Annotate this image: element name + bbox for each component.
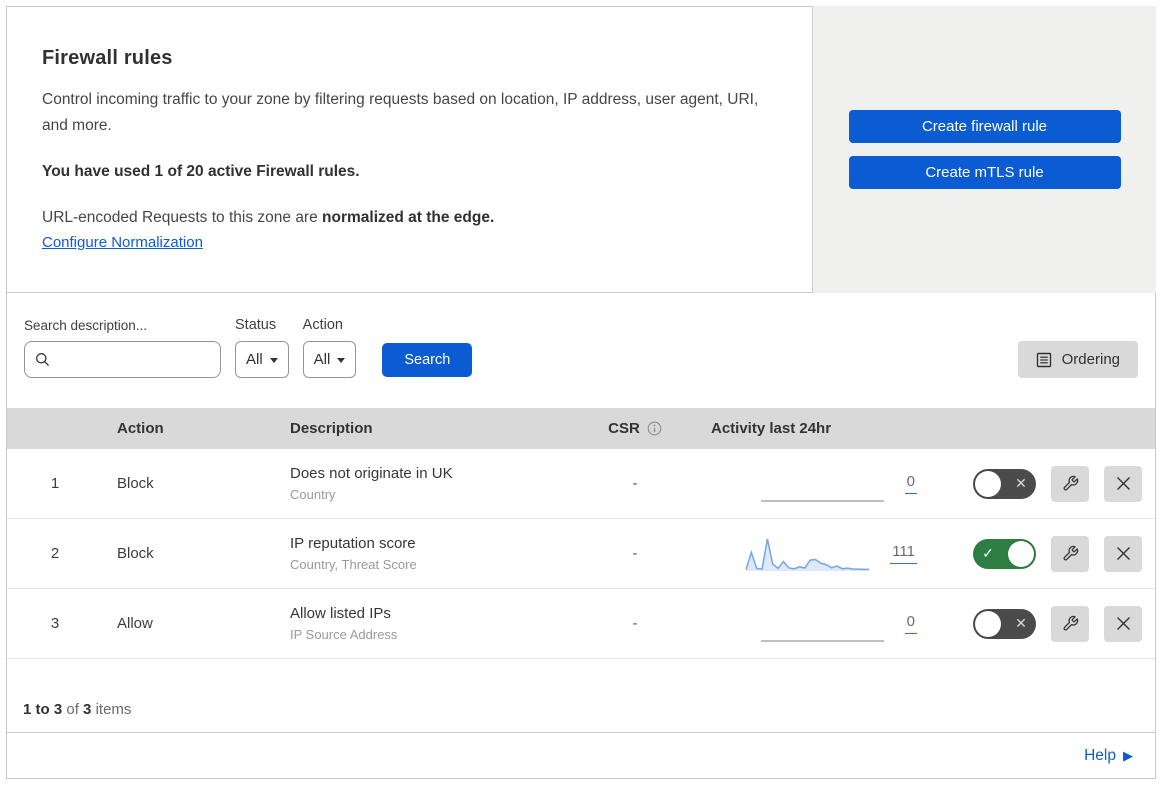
rule-description: Allow listed IPs [290,605,391,622]
rule-priority: 2 [50,545,60,562]
table-row: 2 Block IP reputation score Country, Thr… [7,519,1155,589]
chevron-down-icon [269,358,278,363]
activity-count-link[interactable]: 111 [890,543,917,564]
firewall-rules-page: Firewall rules Control incoming traffic … [6,6,1156,779]
rule-criteria: Country [290,487,336,502]
normalization-text: URL-encoded Requests to this zone are [42,209,323,226]
column-action: Action [117,420,164,437]
pagination-total: 3 [83,701,92,718]
rule-csr-value: - [632,615,638,632]
rule-activity-cell: 111 [695,534,933,574]
rule-action: Block [117,545,154,562]
rule-controls: ✓ [933,535,1155,572]
rule-controls: ✕ [933,465,1155,502]
status-filter-group: Status All [235,317,289,378]
rule-enabled-toggle[interactable]: ✓ [973,538,1036,569]
rule-enabled-toggle[interactable]: ✕ [973,468,1036,499]
search-input-wrapper [24,341,239,378]
search-group: Search description... [24,318,239,378]
rule-description: IP reputation score [290,535,416,552]
create-mtls-rule-button[interactable]: Create mTLS rule [848,156,1121,189]
rule-priority: 3 [50,615,60,632]
activity-sparkline [760,464,885,504]
usage-summary: You have used 1 of 20 active Firewall ru… [42,163,360,180]
action-select-value: All [313,351,331,368]
edit-rule-button[interactable] [1051,605,1089,642]
column-csr-label: CSR [608,420,640,437]
table-row: 1 Block Does not originate in UK Country… [7,449,1155,519]
column-activity: Activity last 24hr [711,420,832,437]
close-icon [1115,475,1132,492]
activity-sparkline [760,604,885,644]
info-icon[interactable] [647,421,662,436]
search-button[interactable]: Search [382,343,473,377]
search-label: Search description... [24,318,148,333]
chevron-down-icon [337,358,346,363]
actions-panel: Create firewall rule Create mTLS rule [813,6,1156,293]
rule-activity-cell: 0 [695,464,933,504]
close-icon [1115,615,1132,632]
column-description: Description [290,420,373,437]
rule-csr-value: - [632,475,638,492]
activity-count-link[interactable]: 0 [904,473,917,494]
pagination-of: of [66,701,79,718]
rule-controls: ✕ [933,605,1155,642]
rule-description-cell: Does not originate in UK Country [275,465,575,502]
create-firewall-rule-button[interactable]: Create firewall rule [848,110,1121,143]
rule-enabled-toggle[interactable]: ✕ [973,608,1036,639]
arrow-right-icon: ▶ [1123,747,1133,763]
rule-activity-cell: 0 [695,604,933,644]
rule-criteria: IP Source Address [290,627,398,642]
wrench-icon [1062,615,1079,632]
normalization-note: URL-encoded Requests to this zone are no… [42,209,772,227]
edit-rule-button[interactable] [1051,535,1089,572]
rule-description-cell: Allow listed IPs IP Source Address [275,605,575,642]
action-label: Action [302,317,343,333]
header-section: Firewall rules Control incoming traffic … [6,6,1156,293]
wrench-icon [1062,475,1079,492]
search-icon [35,352,50,367]
ordering-button[interactable]: Ordering [1017,341,1138,378]
rules-list-card: Search description... Status All Action [6,292,1156,733]
help-bar: Help ▶ [6,732,1156,779]
rule-criteria: Country, Threat Score [290,557,417,572]
delete-rule-button[interactable] [1104,465,1142,502]
wrench-icon [1062,545,1079,562]
pagination-summary: 1 to 3 of 3 items [7,659,1155,732]
close-icon [1115,545,1132,562]
rule-action: Allow [117,615,153,632]
filter-bar: Search description... Status All Action [7,293,1155,408]
activity-count-link[interactable]: 0 [904,613,917,634]
page-title: Firewall rules [42,47,173,69]
rule-action: Block [117,475,154,492]
rule-description: Does not originate in UK [290,465,453,482]
table-row: 3 Allow Allow listed IPs IP Source Addre… [7,589,1155,659]
rule-description-cell: IP reputation score Country, Threat Scor… [275,535,575,572]
column-csr: CSR [608,420,662,437]
table-header: Action Description CSR Activity last 24h… [7,408,1155,449]
configure-normalization-link[interactable]: Configure Normalization [42,234,203,251]
action-filter-group: Action All [302,317,357,378]
list-icon [1036,352,1052,368]
page-description: Control incoming traffic to your zone by… [42,91,759,134]
normalization-bold: normalized at the edge. [322,209,495,226]
rule-csr-value: - [632,545,638,562]
pagination-range: 1 to 3 [23,701,63,718]
ordering-button-label: Ordering [1061,351,1120,368]
activity-sparkline [745,534,870,574]
search-input[interactable] [58,351,239,368]
status-select[interactable]: All [235,341,289,378]
help-link-label: Help [1084,746,1116,764]
status-select-value: All [246,351,263,368]
action-select[interactable]: All [302,341,357,378]
edit-rule-button[interactable] [1051,465,1089,502]
delete-rule-button[interactable] [1104,605,1142,642]
rule-priority: 1 [50,475,60,492]
status-label: Status [235,317,277,333]
intro-card: Firewall rules Control incoming traffic … [6,6,813,293]
delete-rule-button[interactable] [1104,535,1142,572]
pagination-items: items [95,701,132,718]
help-link[interactable]: Help ▶ [1084,747,1133,765]
